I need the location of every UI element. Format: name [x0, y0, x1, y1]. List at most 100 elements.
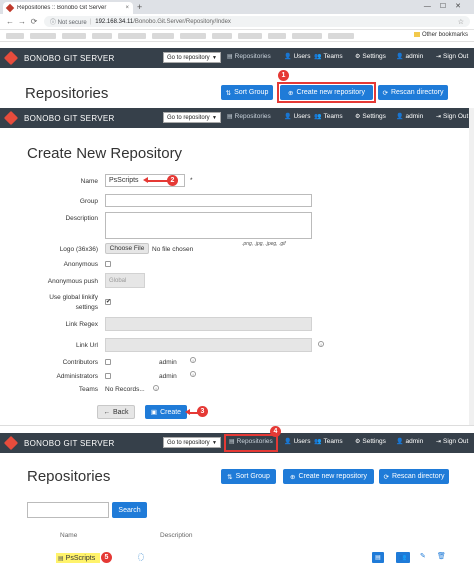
contributors-checkbox[interactable] [105, 359, 111, 365]
vertical-scrollbar[interactable] [469, 108, 474, 425]
nav-repositories[interactable]: ▤ Repositories [227, 53, 271, 60]
bookmark-item[interactable] [6, 33, 24, 39]
repo-team-button[interactable]: 👥 [396, 552, 410, 563]
reload-icon[interactable]: ⟳ [28, 17, 40, 26]
nav-admin-label: admin [405, 53, 424, 60]
column-header-name[interactable]: Name [60, 532, 77, 539]
nav-admin[interactable]: 👤 admin [396, 438, 423, 445]
not-secure-label[interactable]: ⓘ Not secure [50, 17, 87, 26]
sort-group-button[interactable]: ⇅ Sort Group [221, 469, 276, 484]
sort-group-label: Sort Group [235, 473, 270, 480]
choose-file-button[interactable]: Choose File [105, 243, 149, 254]
window-controls[interactable]: —☐✕ [424, 2, 470, 10]
nav-teams[interactable]: 👥 Teams [314, 438, 343, 445]
bonobo-logo-icon[interactable] [3, 110, 19, 126]
nav-admin[interactable]: 👤 admin [396, 113, 423, 120]
sort-group-button[interactable]: ⇅ Sort Group [221, 85, 273, 100]
go-to-repository-select[interactable]: Go to repository ▼ [163, 52, 221, 63]
forward-icon[interactable]: → [16, 17, 28, 26]
bookmark-item[interactable] [292, 33, 322, 39]
administrators-checkbox[interactable] [105, 373, 111, 379]
column-header-description[interactable]: Description [160, 532, 193, 539]
rescan-directory-button[interactable]: ⟳ Rescan directory [378, 85, 448, 100]
nav-settings[interactable]: ⚙ Settings [355, 53, 386, 60]
nav-teams[interactable]: 👥 Teams [314, 53, 343, 60]
bookmark-item[interactable] [268, 33, 286, 39]
nav-users[interactable]: 👤 Users [284, 53, 310, 60]
gear-icon: ⚙ [355, 439, 361, 445]
nav-sign-out[interactable]: ⇥ Sign Out [436, 438, 468, 445]
nav-settings-label: Settings [362, 113, 386, 120]
anonymous-checkbox[interactable] [105, 261, 111, 267]
top-navbar: BONOBO GIT SERVER Go to repository ▼ ▤ Re… [0, 48, 474, 68]
nav-admin[interactable]: 👤 admin [396, 53, 423, 60]
bonobo-logo-icon[interactable] [3, 50, 19, 66]
sort-icon: ⇅ [227, 473, 233, 481]
chevron-down-icon: ▼ [212, 114, 217, 121]
delete-icon[interactable]: 🗑 [437, 552, 446, 560]
nav-sign-out-label: Sign Out [443, 53, 469, 60]
nav-settings[interactable]: ⚙ Settings [355, 438, 386, 445]
brand-title[interactable]: BONOBO GIT SERVER [24, 114, 115, 123]
bookmark-item[interactable] [118, 33, 146, 39]
repo-link-psscripts[interactable]: ▤ PsScripts [58, 555, 95, 562]
brand-title[interactable]: BONOBO GIT SERVER [24, 439, 115, 448]
bookmark-item[interactable] [30, 33, 56, 39]
description-textarea[interactable] [105, 212, 312, 239]
new-tab-button[interactable]: + [137, 2, 142, 12]
nav-teams-label: Teams [323, 53, 343, 60]
no-file-chosen-text: No file chosen [152, 246, 194, 253]
global-linkify-checkbox[interactable] [105, 298, 111, 305]
search-input[interactable] [27, 502, 109, 518]
bonobo-logo-icon[interactable] [3, 435, 19, 451]
bookmark-item[interactable] [62, 33, 86, 39]
nav-users[interactable]: 👤 Users [284, 438, 310, 445]
other-bookmarks[interactable]: Other bookmarks [414, 32, 468, 38]
bookmarks-bar: Other bookmarks [0, 30, 474, 42]
link-url-field[interactable] [105, 338, 312, 352]
nav-sign-out[interactable]: ⇥ Sign Out [436, 113, 468, 120]
bookmark-item[interactable] [92, 33, 112, 39]
callout-badge-5: 5 [101, 552, 112, 563]
nav-teams[interactable]: 👥 Teams [314, 113, 343, 120]
group-field[interactable] [105, 194, 312, 207]
back-icon[interactable]: ← [4, 17, 16, 26]
url-input[interactable]: ⓘ Not secure | 192.168.34.11 /Bonobo.Git… [44, 16, 470, 27]
nav-sign-out[interactable]: ⇥ Sign Out [436, 53, 468, 60]
go-to-repository-select[interactable]: Go to repository ▼ [163, 437, 221, 448]
repo-contents-button[interactable]: ▤ [372, 552, 384, 563]
sign-out-icon: ⇥ [436, 114, 442, 120]
nav-users[interactable]: 👤 Users [284, 113, 310, 120]
anonymous-push-select[interactable]: Global [105, 273, 145, 288]
bookmark-item[interactable] [212, 33, 232, 39]
bookmark-item[interactable] [328, 33, 354, 39]
link-regex-field[interactable] [105, 317, 312, 331]
bookmark-item[interactable] [238, 33, 262, 39]
bookmark-item[interactable] [180, 33, 206, 39]
go-to-repository-select[interactable]: Go to repository ▼ [163, 112, 221, 123]
create-button[interactable]: ▣ Create [145, 405, 187, 419]
user-icon: 👤 [396, 114, 404, 120]
nav-repositories[interactable]: ▤ Repositories [227, 113, 271, 120]
back-button[interactable]: ← Back [97, 405, 135, 419]
loading-spinner-icon [138, 553, 144, 561]
edit-icon[interactable]: ✎ [420, 552, 426, 560]
info-icon: i [318, 341, 324, 347]
user-icon: 👤 [396, 54, 404, 60]
brand-title[interactable]: BONOBO GIT SERVER [24, 54, 115, 63]
tab-close-icon[interactable]: × [125, 5, 129, 11]
nav-users-label: Users [293, 113, 311, 120]
search-button[interactable]: Search [112, 502, 147, 518]
callout-badge-3: 3 [197, 406, 208, 417]
rescan-directory-button[interactable]: ⟳ Rescan directory [379, 469, 449, 484]
callout-box-repositories [224, 434, 278, 452]
user-icon: 👤 [284, 54, 292, 60]
teams-no-records: No Records... [105, 386, 145, 393]
bookmark-star-icon[interactable]: ☆ [458, 18, 464, 26]
create-new-repository-button[interactable]: ⊕ Create new repository [283, 469, 374, 484]
nav-settings[interactable]: ⚙ Settings [355, 113, 386, 120]
anonymous-label: Anonymous [63, 261, 98, 268]
browser-tab[interactable]: Repositories :: Bonobo Git Server × [3, 2, 133, 14]
bookmark-item[interactable] [152, 33, 174, 39]
url-separator: | [89, 18, 92, 25]
